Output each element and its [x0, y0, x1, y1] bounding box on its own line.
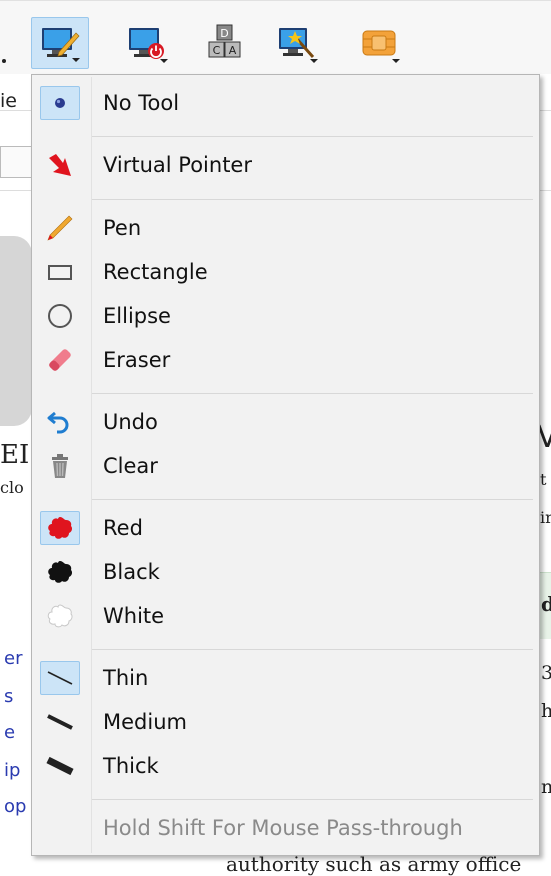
menu-item-label: No Tool [103, 91, 180, 115]
menu-item-ellipse[interactable]: Ellipse [34, 294, 537, 338]
smart-card-chip-icon [362, 30, 396, 56]
menu-separator [92, 499, 533, 500]
menu-item-hint: Hold Shift For Mouse Pass-through [34, 806, 537, 850]
remote-magic-button[interactable] [268, 17, 326, 69]
menu-item-thin[interactable]: Thin [34, 656, 537, 700]
menu-item-eraser[interactable]: Eraser [34, 338, 537, 382]
ctrl-alt-del-button[interactable]: D C A [196, 17, 254, 69]
annotate-tool-button[interactable] [31, 17, 89, 69]
menu-item-black[interactable]: Black [34, 550, 537, 594]
smart-card-button[interactable] [350, 17, 408, 69]
menu-item-label: Ellipse [103, 304, 171, 328]
bg-link-1: er [4, 648, 23, 669]
menu-item-label: Medium [103, 710, 187, 734]
keys-dca-icon: D C A [208, 24, 241, 58]
bg-text-1: ie [0, 90, 17, 112]
menu-item-label: Black [103, 560, 160, 584]
pen-icon [40, 211, 80, 245]
toolbar: D C A [0, 0, 551, 75]
menu-item-label: Rectangle [103, 260, 208, 284]
annotation-dropdown-menu: No Tool Virtual Pointer Pen Rectangle El… [31, 74, 540, 856]
menu-item-label: Pen [103, 216, 142, 240]
menu-item-pen[interactable]: Pen [34, 206, 537, 250]
bg-link-2: s [4, 686, 14, 707]
menu-separator [92, 649, 533, 650]
menu-item-thick[interactable]: Thick [34, 744, 537, 788]
menu-separator [92, 199, 533, 200]
bg-globe-image [0, 236, 32, 426]
disconnect-button[interactable] [118, 17, 176, 69]
menu-item-clear[interactable]: Clear [34, 444, 537, 488]
menu-item-label: Eraser [103, 348, 171, 372]
menu-item-label: White [103, 604, 165, 628]
menu-separator [92, 136, 533, 137]
bg-link-3: e [4, 722, 16, 743]
red-splash-icon [40, 511, 80, 545]
menu-item-label: Undo [103, 410, 158, 434]
white-splash-icon [40, 599, 80, 633]
menu-item-label: Red [103, 516, 143, 540]
trash-icon [40, 449, 80, 483]
rectangle-icon [40, 255, 80, 289]
menu-item-label: Thick [103, 754, 159, 778]
bg-text-6: ir [540, 508, 551, 527]
bg-text-10: n [541, 776, 551, 798]
monitor-wand-icon [279, 28, 315, 58]
bg-text-9: h [541, 700, 551, 722]
red-arrow-pointer-icon [40, 148, 80, 182]
medium-line-icon [40, 705, 80, 739]
bg-doc-icon [0, 146, 32, 178]
menu-item-medium[interactable]: Medium [34, 700, 537, 744]
menu-item-virtual-pointer[interactable]: Virtual Pointer [34, 143, 537, 187]
bg-text-8: 3 [541, 662, 551, 684]
black-splash-icon [40, 555, 80, 589]
monitor-pen-icon [42, 28, 80, 57]
menu-item-label: Thin [103, 666, 149, 690]
mouse-pass-through-hint: Hold Shift For Mouse Pass-through [103, 816, 463, 840]
bg-text-3: clo [0, 478, 24, 497]
eraser-icon [40, 343, 80, 377]
svg-text:D: D [220, 27, 228, 40]
bg-text-2: EI [0, 440, 30, 470]
menu-separator [92, 799, 533, 800]
menu-item-rectangle[interactable]: Rectangle [34, 250, 537, 294]
menu-item-label: Virtual Pointer [103, 153, 252, 177]
svg-text:C: C [213, 44, 221, 57]
menu-item-red[interactable]: Red [34, 506, 537, 550]
svg-text:A: A [229, 44, 237, 57]
overflow-dot [2, 59, 6, 63]
monitor-power-icon [129, 28, 164, 59]
bg-link-5: op [4, 796, 27, 817]
thin-line-icon [40, 661, 80, 695]
menu-separator [92, 393, 533, 394]
bg-link-4: ip [4, 760, 21, 781]
bg-text-7: d [541, 592, 551, 616]
thick-line-icon [40, 749, 80, 783]
menu-item-no-tool[interactable]: No Tool [34, 81, 537, 125]
bg-text-5: t a [540, 470, 551, 489]
undo-icon [40, 405, 80, 439]
ellipse-icon [40, 299, 80, 333]
no-tool-dot-icon [40, 86, 80, 120]
menu-item-undo[interactable]: Undo [34, 400, 537, 444]
menu-item-label: Clear [103, 454, 158, 478]
menu-item-white[interactable]: White [34, 594, 537, 638]
